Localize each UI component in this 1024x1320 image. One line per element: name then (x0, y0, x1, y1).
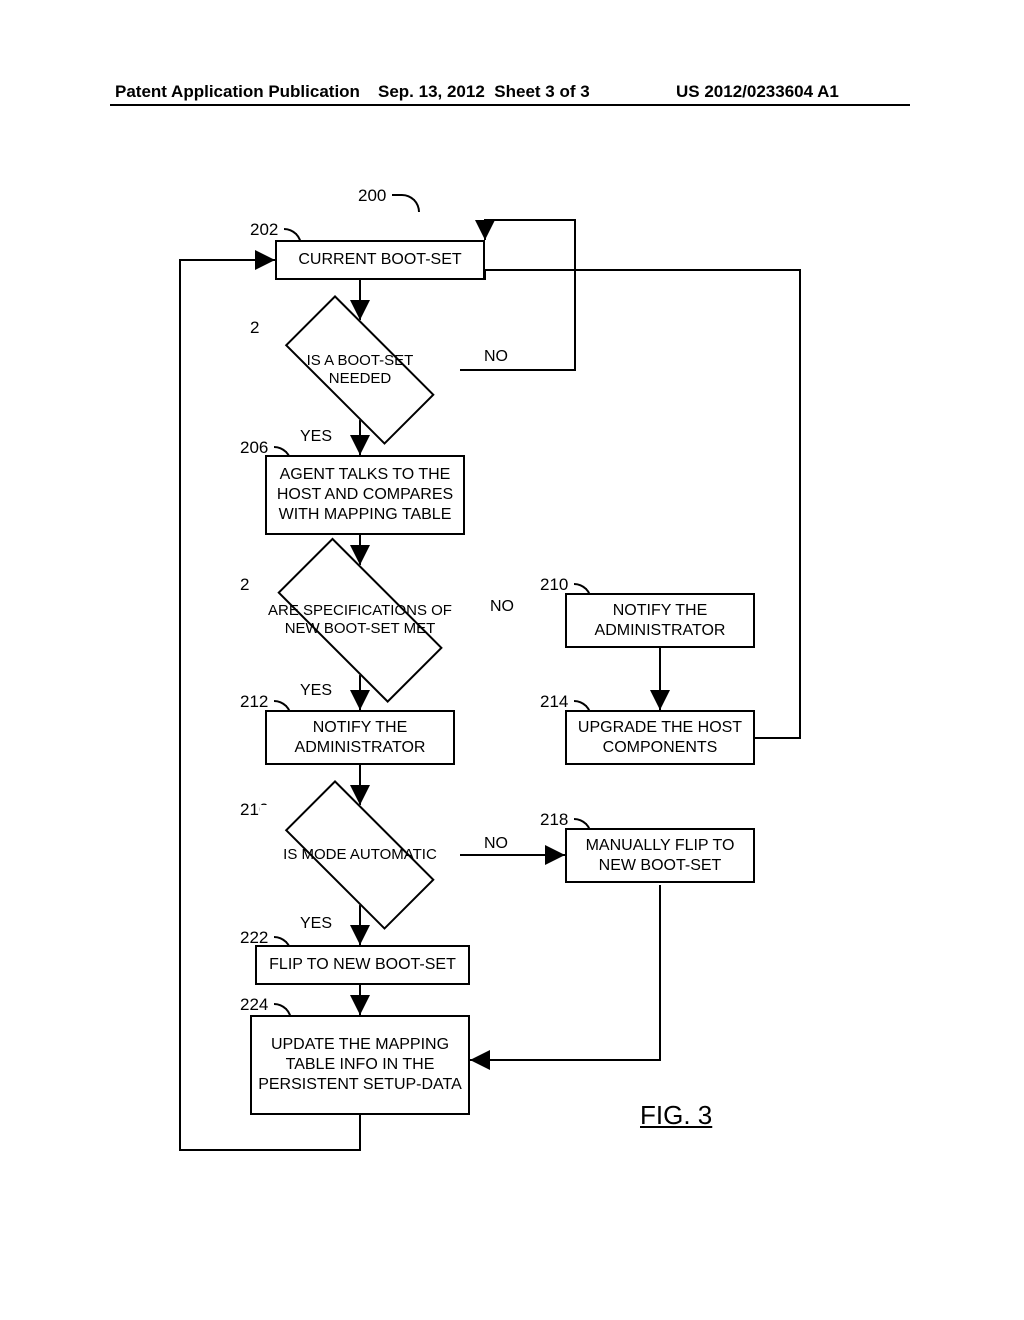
ref-202: 202 (250, 220, 278, 240)
ref-212: 212 (240, 692, 268, 712)
node-text: FLIP TO NEW BOOT-SET (269, 955, 456, 975)
figure-label: FIG. 3 (640, 1100, 712, 1131)
ref-214: 214 (540, 692, 568, 712)
node-text: NOTIFY THE ADMINISTRATOR (273, 718, 447, 758)
edge-yes-216: YES (300, 915, 332, 933)
node-upgrade-host: UPGRADE THE HOST COMPONENTS (565, 710, 755, 765)
node-manual-flip: MANUALLY FLIP TO NEW BOOT-SET (565, 828, 755, 883)
node-agent-compare: AGENT TALKS TO THE HOST AND COMPARES WIT… (265, 455, 465, 535)
node-text: NOTIFY THE ADMINISTRATOR (573, 601, 747, 641)
node-text: MANUALLY FLIP TO NEW BOOT-SET (573, 836, 747, 876)
decision-specs-met: ARE SPECIFICATIONS OF NEW BOOT-SET MET (250, 565, 470, 675)
decision-bootset-needed: IS A BOOT-SET NEEDED (260, 320, 460, 420)
decision-text: IS MODE AUTOMATIC (260, 805, 460, 905)
node-current-boot-set: CURRENT BOOT-SET (275, 240, 485, 280)
flowchart-canvas: 200 202 CURRENT BOOT-SET 204 IS A BOOT-S… (0, 180, 1024, 1240)
ref-tick-200 (392, 194, 420, 212)
ref-200: 200 (358, 186, 386, 206)
header-date: Sep. 13, 2012 Sheet 3 of 3 (378, 82, 590, 102)
node-text: UPGRADE THE HOST COMPONENTS (573, 718, 747, 758)
edge-no-216: NO (484, 835, 508, 853)
decision-mode-auto: IS MODE AUTOMATIC (260, 805, 460, 905)
node-text: UPDATE THE MAPPING TABLE INFO IN THE PER… (258, 1035, 462, 1095)
edge-no-208: NO (490, 598, 514, 616)
ref-210: 210 (540, 575, 568, 595)
node-notify-admin-212: NOTIFY THE ADMINISTRATOR (265, 710, 455, 765)
header-rule (110, 104, 910, 106)
node-update-mapping: UPDATE THE MAPPING TABLE INFO IN THE PER… (250, 1015, 470, 1115)
edge-yes-204: YES (300, 428, 332, 446)
ref-218: 218 (540, 810, 568, 830)
decision-text: IS A BOOT-SET NEEDED (260, 320, 460, 420)
edge-yes-208: YES (300, 682, 332, 700)
edge-no-204: NO (484, 348, 508, 366)
node-flip-bootset: FLIP TO NEW BOOT-SET (255, 945, 470, 985)
header-title: Patent Application Publication (115, 82, 360, 102)
node-notify-admin-210: NOTIFY THE ADMINISTRATOR (565, 593, 755, 648)
node-text: CURRENT BOOT-SET (298, 250, 461, 270)
header-pubno: US 2012/0233604 A1 (676, 82, 839, 102)
node-text: AGENT TALKS TO THE HOST AND COMPARES WIT… (273, 465, 457, 525)
decision-text: ARE SPECIFICATIONS OF NEW BOOT-SET MET (250, 565, 470, 675)
connectors (0, 180, 1024, 1240)
ref-224: 224 (240, 995, 268, 1015)
